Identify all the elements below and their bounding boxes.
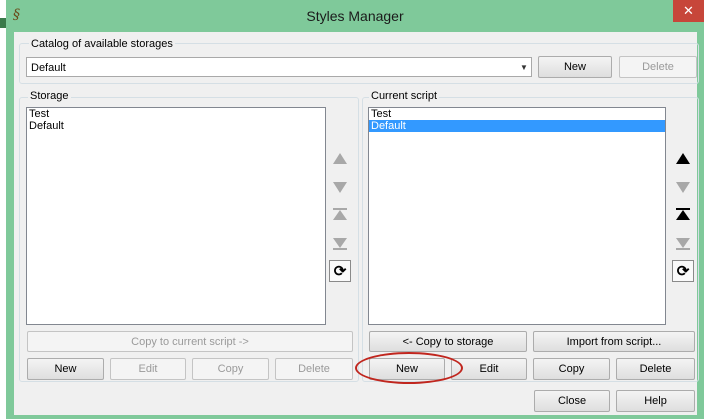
current-script-group-label: Current script [369, 90, 440, 103]
script-move-up-button[interactable] [672, 147, 694, 169]
storage-move-down-button[interactable] [329, 176, 351, 198]
current-script-list[interactable]: Test Default [368, 107, 666, 325]
annotation-highlight-ring [355, 352, 463, 384]
script-move-top-button[interactable] [672, 203, 694, 225]
close-button[interactable]: Close [534, 390, 610, 412]
storage-move-up-button[interactable] [329, 147, 351, 169]
storage-group-label: Storage [28, 90, 71, 103]
storage-new-button[interactable]: New [27, 358, 104, 380]
move-to-top-icon [676, 208, 690, 220]
close-icon: ✕ [683, 3, 694, 18]
triangle-up-icon [676, 152, 690, 164]
move-to-top-icon [333, 208, 347, 220]
triangle-down-icon [676, 181, 690, 193]
catalog-dropdown[interactable]: Default ▼ [26, 57, 532, 77]
script-move-bottom-button[interactable] [672, 233, 694, 255]
triangle-up-icon [333, 152, 347, 164]
catalog-selected-value: Default [31, 62, 66, 74]
close-window-button[interactable]: ✕ [673, 0, 704, 22]
window-title: Styles Manager [306, 8, 404, 24]
catalog-group-label: Catalog of available storages [29, 38, 175, 51]
refresh-icon: ⟳ [676, 263, 690, 280]
move-to-bottom-icon [676, 238, 690, 250]
storage-edit-button[interactable]: Edit [110, 358, 186, 380]
storage-move-bottom-button[interactable] [329, 233, 351, 255]
catalog-delete-button[interactable]: Delete [619, 56, 697, 78]
storage-move-top-button[interactable] [329, 203, 351, 225]
script-copy-button[interactable]: Copy [533, 358, 610, 380]
storage-list[interactable]: Test Default [26, 107, 326, 325]
script-list-item-default[interactable]: Default [369, 120, 665, 132]
storage-list-item-default[interactable]: Default [27, 120, 325, 132]
script-list-item-test[interactable]: Test [369, 108, 665, 120]
refresh-icon: ⟳ [333, 263, 347, 280]
storage-list-item-test[interactable]: Test [27, 108, 325, 120]
import-from-script-button[interactable]: Import from script... [533, 331, 695, 352]
script-delete-button[interactable]: Delete [616, 358, 695, 380]
triangle-down-icon [333, 181, 347, 193]
move-to-bottom-icon [333, 238, 347, 250]
copy-to-current-script-button[interactable]: Copy to current script -> [27, 331, 353, 352]
catalog-new-button[interactable]: New [538, 56, 612, 78]
chevron-down-icon: ▼ [520, 63, 528, 72]
script-move-down-button[interactable] [672, 176, 694, 198]
script-refresh-button[interactable]: ⟳ [672, 260, 694, 282]
storage-delete-button[interactable]: Delete [275, 358, 353, 380]
copy-to-storage-button[interactable]: <- Copy to storage [369, 331, 527, 352]
storage-copy-button[interactable]: Copy [192, 358, 269, 380]
storage-refresh-button[interactable]: ⟳ [329, 260, 351, 282]
help-button[interactable]: Help [616, 390, 695, 412]
